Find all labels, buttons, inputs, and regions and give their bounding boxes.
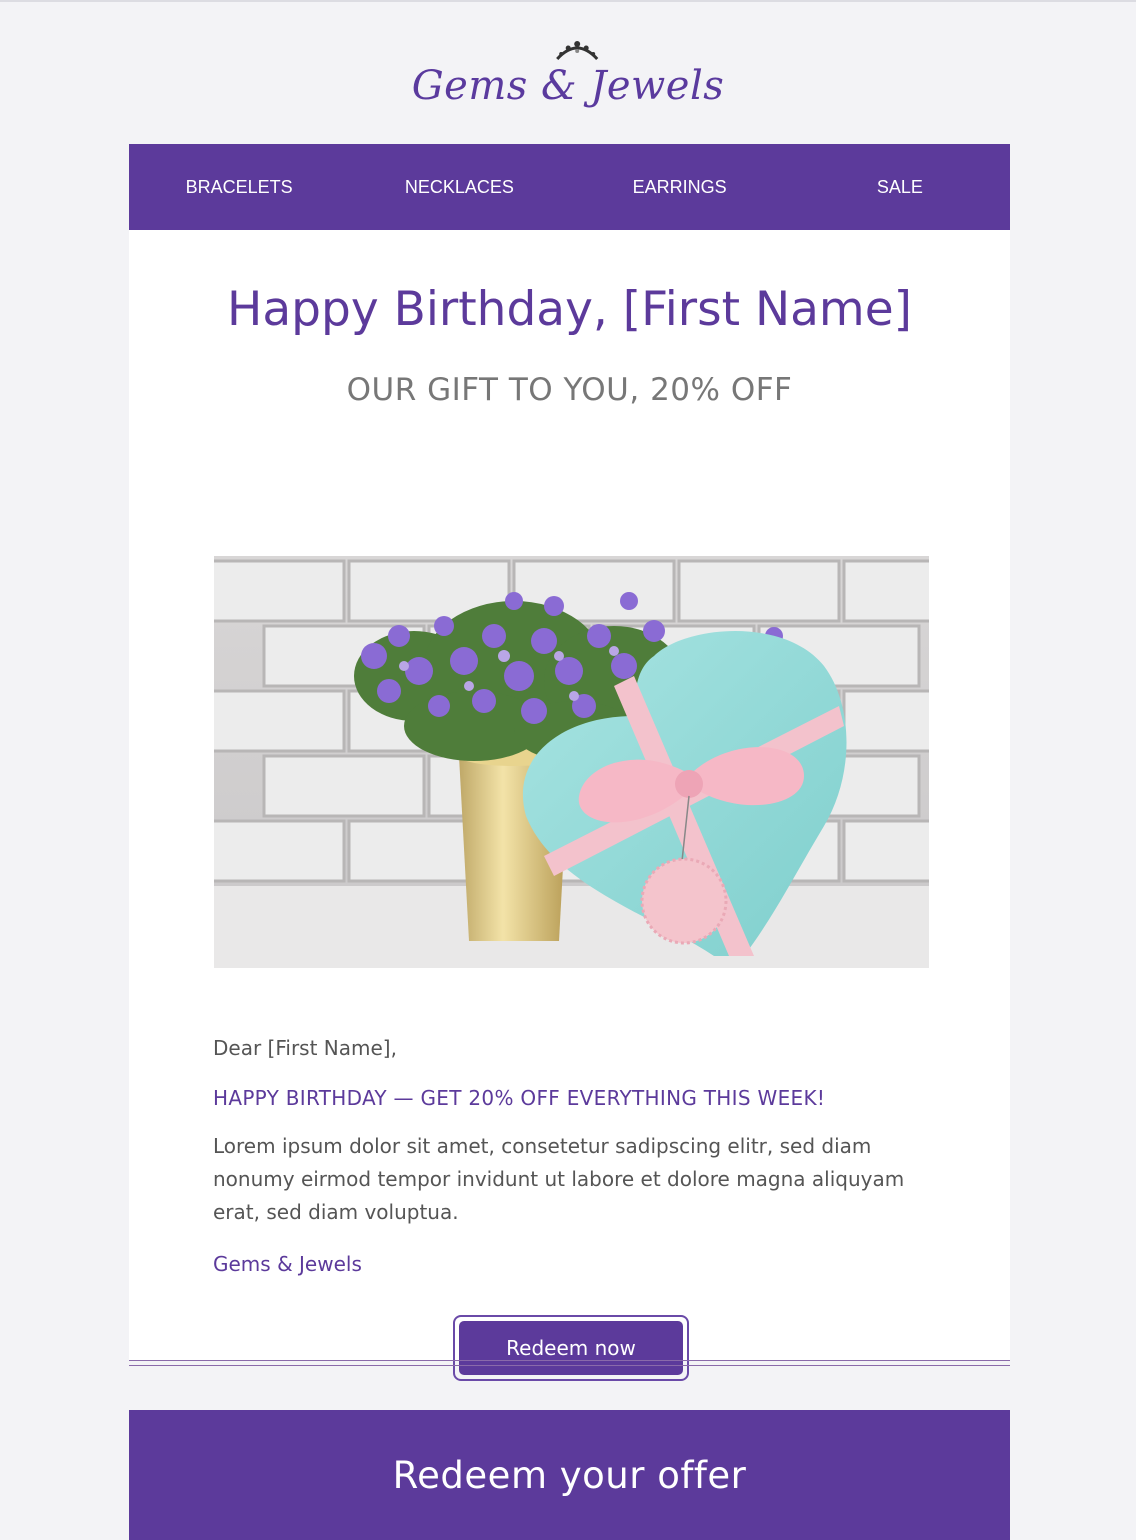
nav-bar: BRACELETS NECKLACES EARRINGS SALE (129, 144, 1010, 230)
promo-headline: HAPPY BIRTHDAY — GET 20% OFF EVERYTHING … (213, 1086, 826, 1110)
nav-item-bracelets[interactable]: BRACELETS (129, 177, 349, 198)
footer-banner: Redeem your offer (129, 1410, 1010, 1540)
top-border (0, 0, 1136, 2)
body-paragraph: Lorem ipsum dolor sit amet, consetetur s… (213, 1134, 905, 1224)
tiara-icon (556, 41, 599, 61)
redeem-now-button[interactable]: Redeem now (453, 1315, 689, 1381)
signature: Gems & Jewels (213, 1252, 362, 1276)
content-card: Happy Birthday, [First Name] OUR GIFT TO… (129, 230, 1010, 1381)
nav-item-necklaces[interactable]: NECKLACES (349, 177, 569, 198)
page-title: Happy Birthday, [First Name] (227, 282, 912, 337)
nav-item-earrings[interactable]: EARRINGS (570, 177, 790, 198)
logo-header: Gems & Jewels (0, 40, 1136, 132)
section-divider (129, 1360, 1010, 1366)
redeem-now-label: Redeem now (459, 1321, 683, 1375)
brand-logo[interactable]: Gems & Jewels (411, 41, 725, 109)
hero-image (214, 556, 929, 968)
greeting-text: Dear [First Name], (213, 1036, 397, 1060)
subheading: OUR GIFT TO YOU, 20% OFF (346, 372, 793, 408)
logo-text: Gems & Jewels (411, 63, 725, 109)
footer-title: Redeem your offer (392, 1454, 747, 1497)
nav-item-sale[interactable]: SALE (790, 177, 1010, 198)
email-container: BRACELETS NECKLACES EARRINGS SALE Happy … (129, 144, 1010, 1540)
